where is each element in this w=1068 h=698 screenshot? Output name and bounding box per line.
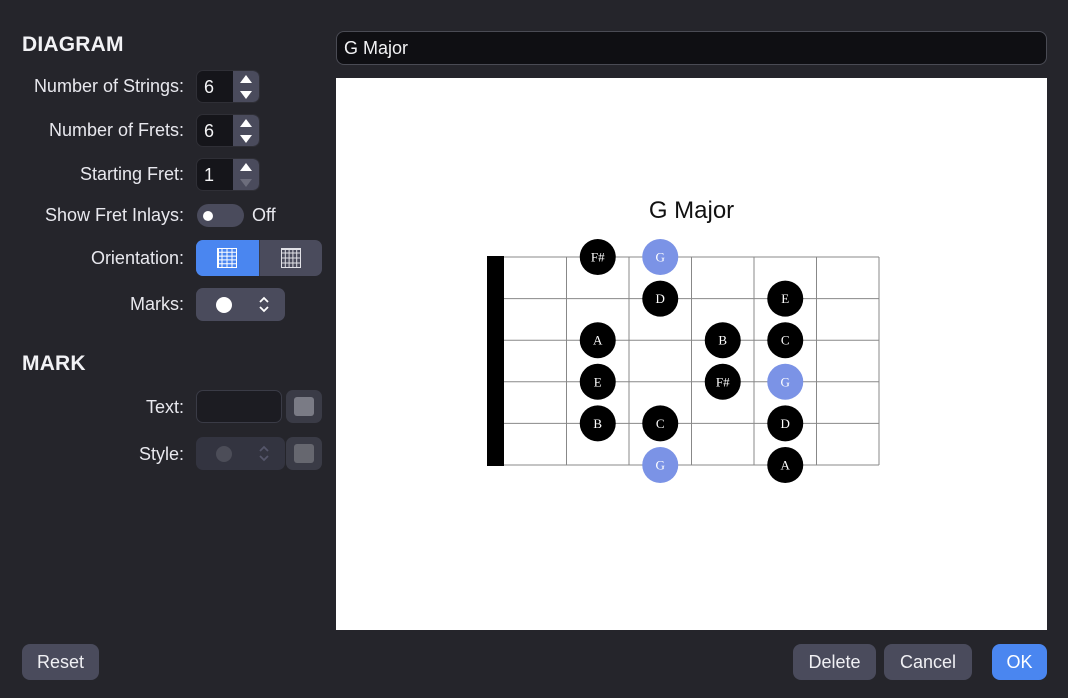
mark-style-popup[interactable]: [196, 437, 285, 470]
toggle-knob: [203, 211, 213, 221]
fret-inlays-toggle[interactable]: [197, 204, 244, 227]
filled-circle-icon: [216, 446, 232, 462]
strings-stepper[interactable]: 6: [196, 70, 260, 103]
marks-label: Marks:: [130, 294, 184, 314]
note-mark[interactable]: A: [579, 322, 616, 359]
increment-arrow-icon[interactable]: [233, 71, 259, 86]
frets-label: Number of Frets:: [48, 120, 184, 140]
strings-value[interactable]: 6: [204, 77, 214, 98]
note-mark[interactable]: G: [767, 363, 804, 400]
mark-style-label: Style:: [138, 444, 184, 464]
vertical-grid-icon: [281, 248, 301, 268]
frets-stepper-arrows[interactable]: [233, 115, 259, 146]
diagram-heading: DIAGRAM: [22, 33, 124, 56]
note-mark[interactable]: F#: [579, 239, 616, 275]
mark-heading: MARK: [22, 352, 86, 375]
increment-arrow-icon[interactable]: [233, 115, 259, 130]
note-label: G: [656, 250, 665, 265]
note-label: C: [656, 416, 665, 431]
color-swatch-icon: [294, 444, 314, 463]
note-label: C: [781, 333, 790, 348]
note-mark[interactable]: E: [767, 280, 804, 317]
mark-style-color-button[interactable]: [286, 437, 322, 470]
up-down-chevron-icon: [259, 445, 269, 462]
note-label: G: [781, 374, 790, 389]
note-label: B: [718, 333, 727, 348]
note-label: D: [781, 416, 790, 431]
filled-circle-icon: [216, 297, 232, 313]
nut: [487, 256, 504, 466]
note-mark[interactable]: D: [767, 405, 804, 442]
starting-fret-stepper-arrows[interactable]: [233, 159, 259, 190]
cancel-button[interactable]: Cancel: [884, 644, 972, 680]
up-down-chevron-icon: [259, 296, 269, 313]
starting-fret-stepper[interactable]: 1: [196, 158, 260, 191]
decrement-arrow-icon[interactable]: [233, 131, 259, 146]
note-label: E: [594, 374, 602, 389]
strings-label: Number of Strings:: [33, 76, 184, 96]
note-mark[interactable]: D: [642, 280, 679, 317]
diagram-canvas[interactable]: G Major F# G D E A B C E F# G B C D G A: [336, 78, 1047, 630]
note-label: F#: [716, 374, 730, 389]
note-label: D: [656, 291, 665, 306]
increment-arrow-icon[interactable]: [233, 159, 259, 174]
delete-button[interactable]: Delete: [793, 644, 876, 680]
ok-button[interactable]: OK: [992, 644, 1047, 680]
note-mark[interactable]: G: [642, 447, 679, 483]
diagram-title-value[interactable]: G Major: [344, 38, 408, 59]
orientation-label: Orientation:: [90, 248, 184, 268]
decrement-arrow-icon: [233, 175, 259, 190]
orientation-segmented-control[interactable]: [196, 240, 322, 276]
starting-fret-value[interactable]: 1: [204, 165, 214, 186]
starting-fret-label: Starting Fret:: [79, 164, 184, 184]
note-label: F#: [591, 250, 605, 265]
note-mark[interactable]: B: [579, 405, 616, 442]
note-mark[interactable]: F#: [704, 363, 741, 400]
note-mark[interactable]: C: [767, 322, 804, 359]
fretboard-diagram[interactable]: F# G D E A B C E F# G B C D G A: [336, 78, 1047, 630]
mark-text-color-button[interactable]: [286, 390, 322, 423]
color-swatch-icon: [294, 397, 314, 416]
note-mark[interactable]: B: [704, 322, 741, 359]
note-mark[interactable]: C: [642, 405, 679, 442]
fret-inlays-state: Off: [252, 205, 276, 225]
orientation-vertical-option[interactable]: [259, 240, 322, 276]
fret-inlays-label: Show Fret Inlays:: [44, 205, 184, 225]
decrement-arrow-icon[interactable]: [233, 87, 259, 102]
note-label: E: [781, 291, 789, 306]
note-mark[interactable]: E: [579, 363, 616, 400]
note-mark[interactable]: G: [642, 239, 679, 275]
reset-button[interactable]: Reset: [22, 644, 99, 680]
horizontal-grid-icon: [217, 248, 237, 268]
note-label: A: [781, 458, 791, 473]
frets-stepper[interactable]: 6: [196, 114, 260, 147]
note-label: G: [656, 458, 665, 473]
note-mark[interactable]: A: [767, 447, 804, 483]
mark-text-input[interactable]: [196, 390, 282, 423]
strings-stepper-arrows[interactable]: [233, 71, 259, 102]
note-label: A: [593, 333, 603, 348]
mark-text-label: Text:: [145, 397, 184, 417]
diagram-title-input[interactable]: G Major: [336, 31, 1047, 65]
orientation-horizontal-option[interactable]: [196, 240, 259, 276]
marks-popup[interactable]: [196, 288, 285, 321]
note-label: B: [593, 416, 602, 431]
frets-value[interactable]: 6: [204, 121, 214, 142]
